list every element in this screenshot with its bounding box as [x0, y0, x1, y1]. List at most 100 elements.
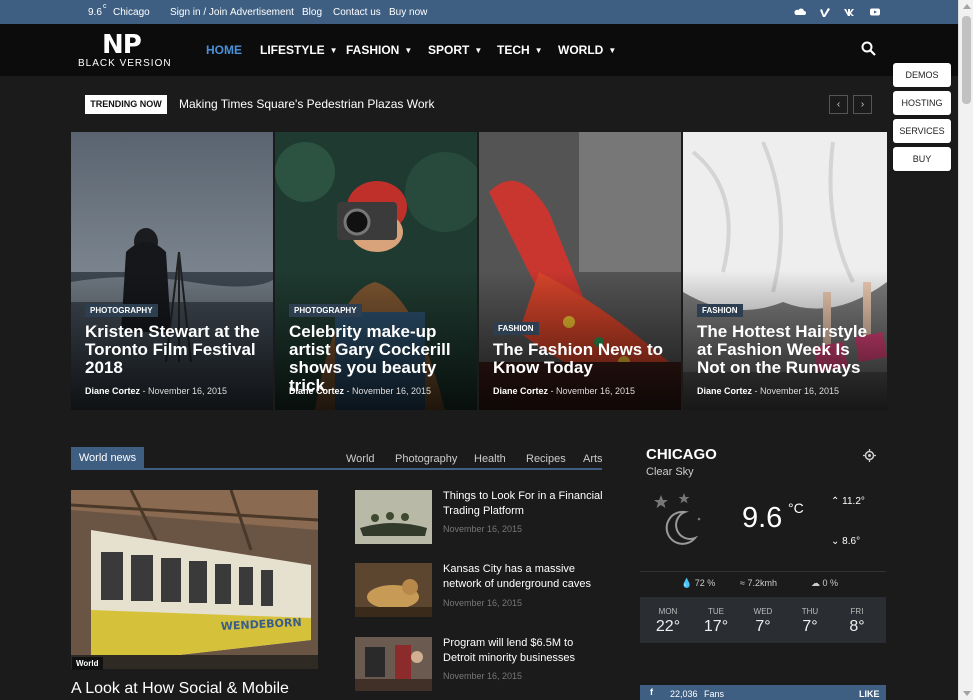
- main-header: NP BLACK VERSION HOME LIFESTYLE ▼ FASHION…: [0, 24, 958, 76]
- logo[interactable]: NP: [102, 30, 142, 60]
- chevron-down-icon: ▼: [474, 46, 483, 55]
- buy-button[interactable]: BUY: [893, 147, 951, 171]
- trending-headline[interactable]: Making Times Square's Pedestrian Plazas …: [179, 97, 435, 111]
- contact-link[interactable]: Contact us: [333, 7, 381, 18]
- forecast-temp: 22°: [655, 618, 681, 635]
- featured-title[interactable]: Celebrity make-up artist Gary Cockerill …: [289, 323, 469, 395]
- filter-recipes[interactable]: Recipes: [526, 453, 566, 465]
- weather-temperature: 9.6: [742, 502, 783, 534]
- featured-title[interactable]: The Fashion News to Know Today: [493, 341, 673, 377]
- scrollbar-thumb[interactable]: [962, 16, 971, 104]
- filter-world[interactable]: World: [346, 453, 375, 465]
- nav-tech-label: TECH: [497, 43, 530, 57]
- scroll-up-arrow-icon[interactable]: [963, 4, 971, 9]
- featured-card[interactable]: PHOTOGRAPHY Kristen Stewart at the Toron…: [71, 132, 273, 410]
- nav-lifestyle[interactable]: LIFESTYLE ▼: [260, 43, 338, 57]
- article-date: November 16, 2015: [443, 524, 523, 534]
- forecast-day: MON 22°: [648, 607, 688, 636]
- post-date: November 16, 2015: [148, 386, 228, 396]
- forecast-temp: 7°: [802, 618, 818, 635]
- nav-fashion[interactable]: FASHION ▼: [346, 43, 412, 57]
- main-article-badge[interactable]: World: [72, 657, 103, 670]
- main-article-title[interactable]: A Look at How Social & Mobile: [71, 680, 289, 698]
- featured-meta: Diane Cortez - November 16, 2015: [85, 386, 228, 396]
- article-thumbnail[interactable]: [355, 490, 432, 544]
- category-badge[interactable]: FASHION: [697, 304, 743, 317]
- thumbnail-image: [355, 637, 432, 691]
- wind-icon: ≈: [740, 578, 745, 588]
- trending-next-button[interactable]: ›: [853, 95, 872, 114]
- search-icon[interactable]: [861, 41, 876, 56]
- article-title[interactable]: Kansas City has a massive network of und…: [443, 562, 608, 592]
- forecast-temp: 8°: [849, 618, 865, 635]
- forecast-day: THU 7°: [790, 607, 830, 636]
- trending-prev-button[interactable]: ‹: [829, 95, 848, 114]
- category-badge[interactable]: FASHION: [493, 322, 539, 335]
- nav-home[interactable]: HOME: [206, 43, 242, 57]
- featured-meta: Diane Cortez - November 16, 2015: [289, 386, 432, 396]
- nav-tech[interactable]: TECH ▼: [497, 43, 543, 57]
- trending-label: TRENDING NOW: [85, 95, 167, 114]
- page-scrollbar[interactable]: [958, 0, 973, 700]
- facebook-like-button[interactable]: LIKE: [859, 689, 880, 699]
- nav-world[interactable]: WORLD ▼: [558, 43, 616, 57]
- vimeo-icon[interactable]: [819, 6, 831, 18]
- nav-sport-label: SPORT: [428, 43, 470, 57]
- vk-icon[interactable]: [844, 6, 856, 18]
- wind-stat: ≈ 7.2kmh: [740, 578, 777, 588]
- featured-card[interactable]: PHOTOGRAPHY Celebrity make-up artist Gar…: [275, 132, 477, 410]
- weather-high: ⌃ 11.2°: [831, 496, 865, 507]
- forecast-day-name: TUE: [708, 607, 724, 616]
- nav-sport[interactable]: SPORT ▼: [428, 43, 482, 57]
- featured-title[interactable]: Kristen Stewart at the Toronto Film Fest…: [85, 323, 265, 377]
- sign-in-link[interactable]: Sign in / Join: [170, 7, 227, 18]
- category-badge[interactable]: PHOTOGRAPHY: [85, 304, 158, 317]
- humidity-value: 72 %: [694, 578, 716, 588]
- forecast-day-name: WED: [753, 607, 773, 616]
- author-name[interactable]: Diane Cortez: [697, 386, 752, 396]
- services-button[interactable]: SERVICES: [893, 119, 951, 143]
- filter-photography[interactable]: Photography: [395, 453, 457, 465]
- weather-unit: °C: [788, 500, 804, 516]
- article-title[interactable]: Program will lend $6.5M to Detroit minor…: [443, 636, 608, 666]
- weather-divider: [640, 571, 886, 572]
- featured-card[interactable]: FASHION The Hottest Hairstyle at Fashion…: [683, 132, 887, 410]
- topbar-temperature: 9.6: [88, 7, 102, 18]
- cloud-icon: ☁: [811, 578, 820, 588]
- chevron-down-icon: ▼: [534, 46, 543, 55]
- forecast-day: WED 7°: [743, 607, 783, 636]
- author-name[interactable]: Diane Cortez: [493, 386, 548, 396]
- post-date: November 16, 2015: [760, 386, 840, 396]
- world-news-tab[interactable]: World news: [71, 447, 144, 469]
- author-name[interactable]: Diane Cortez: [85, 386, 140, 396]
- soundcloud-icon[interactable]: [794, 6, 806, 18]
- post-date: November 16, 2015: [352, 386, 432, 396]
- top-bar: 9.6 c Chicago Sign in / Join Advertiseme…: [0, 0, 958, 24]
- location-icon[interactable]: [863, 449, 876, 462]
- scroll-down-arrow-icon[interactable]: [963, 691, 971, 696]
- post-date: November 16, 2015: [556, 386, 636, 396]
- facebook-like-bar[interactable]: f 22,036 Fans LIKE: [640, 685, 886, 700]
- main-article-image[interactable]: WENDEBORN: [71, 490, 318, 669]
- youtube-icon[interactable]: [869, 6, 881, 18]
- filter-health[interactable]: Health: [474, 453, 506, 465]
- blog-link[interactable]: Blog: [302, 7, 322, 18]
- forecast-day-name: FRI: [850, 607, 864, 616]
- thumbnail-image: [355, 490, 432, 544]
- article-thumbnail[interactable]: [355, 563, 432, 617]
- forecast-day: TUE 17°: [696, 607, 736, 636]
- featured-title[interactable]: The Hottest Hairstyle at Fashion Week Is…: [697, 323, 882, 377]
- logo-subtitle: BLACK VERSION: [78, 58, 172, 69]
- advertisement-link[interactable]: Advertisement: [230, 7, 294, 18]
- filter-arts[interactable]: Arts: [583, 453, 603, 465]
- featured-card[interactable]: FASHION The Fashion News to Know Today D…: [479, 132, 681, 410]
- buy-now-link[interactable]: Buy now: [389, 7, 427, 18]
- article-title[interactable]: Things to Look For in a Financial Tradin…: [443, 489, 608, 519]
- author-name[interactable]: Diane Cortez: [289, 386, 344, 396]
- demos-button[interactable]: DEMOS: [893, 63, 951, 87]
- weather-condition: Clear Sky: [646, 466, 694, 478]
- category-badge[interactable]: PHOTOGRAPHY: [289, 304, 362, 317]
- article-thumbnail[interactable]: [355, 637, 432, 691]
- clouds-stat: ☁ 0 %: [811, 578, 838, 589]
- hosting-button[interactable]: HOSTING: [893, 91, 951, 115]
